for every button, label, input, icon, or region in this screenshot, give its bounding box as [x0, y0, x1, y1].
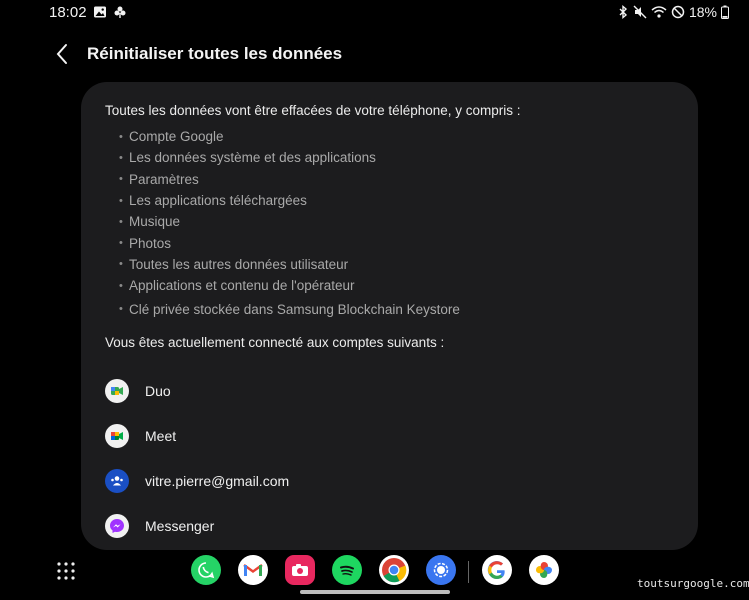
- list-item: • Clé privée stockée dans Samsung Blockch…: [119, 301, 460, 317]
- list-item: • Toutes les autres données utilisateur: [119, 256, 349, 272]
- list-item: • Paramètres: [119, 171, 199, 187]
- clover-icon: [113, 5, 127, 24]
- image-icon: [93, 5, 107, 24]
- list-item: • Photos: [119, 235, 172, 251]
- watermark: toutsurgoogle.com: [637, 577, 749, 590]
- gmail-icon[interactable]: [238, 555, 268, 585]
- messenger-icon: [105, 514, 129, 538]
- erase-intro-text: Toutes les données vont être effacées de…: [105, 103, 521, 118]
- chrome-icon[interactable]: [379, 555, 409, 585]
- camera-icon[interactable]: [285, 555, 315, 585]
- status-bar: 18:02 18%: [0, 0, 749, 26]
- spotify-icon[interactable]: [332, 555, 362, 585]
- duo-icon: [105, 379, 129, 403]
- do-not-disturb-icon: [671, 5, 685, 19]
- google-icon[interactable]: [482, 555, 512, 585]
- erase-list: • Compte Google • Les données système et d…: [119, 126, 460, 320]
- status-time: 18:02: [49, 4, 87, 21]
- account-row-duo: Duo: [105, 378, 171, 404]
- account-row-meet: Meet: [105, 423, 176, 449]
- list-item: • Applications et contenu de l'opérateur: [119, 278, 355, 294]
- account-row-messenger: Messenger: [105, 513, 214, 539]
- reset-info-card: Toutes les données vont être effacées de…: [81, 82, 698, 550]
- dock-divider: [468, 561, 469, 583]
- whatsapp-icon[interactable]: [191, 555, 221, 585]
- list-item: • Les applications téléchargées: [119, 193, 307, 209]
- accounts-intro-text: Vous êtes actuellement connecté aux comp…: [105, 335, 445, 350]
- account-label: Meet: [145, 428, 177, 444]
- bluetooth-icon: [617, 5, 629, 19]
- battery-icon: [721, 5, 729, 19]
- mute-icon: [633, 5, 647, 19]
- account-label: Duo: [145, 383, 171, 399]
- signal-icon[interactable]: [426, 555, 456, 585]
- list-item: • Les données système et des applications: [119, 150, 376, 166]
- list-item: • Musique: [119, 214, 181, 230]
- samsung-account-icon: [105, 469, 129, 493]
- list-item: • Compte Google: [119, 129, 224, 145]
- wifi-icon: [651, 5, 667, 19]
- gesture-navigation-bar[interactable]: [300, 590, 450, 594]
- account-label: vitre.pierre@gmail.com: [145, 473, 290, 489]
- account-label: Messenger: [145, 518, 215, 534]
- app-header: Réinitialiser toutes les données: [0, 36, 749, 72]
- page-title: Réinitialiser toutes les données: [87, 44, 343, 63]
- meet-icon: [105, 424, 129, 448]
- google-photos-icon[interactable]: [529, 555, 559, 585]
- apps-grid-icon[interactable]: [56, 561, 76, 581]
- chevron-left-icon[interactable]: [52, 42, 76, 66]
- account-row-samsung: vitre.pierre@gmail.com: [105, 468, 289, 494]
- battery-percent: 18%: [688, 4, 717, 20]
